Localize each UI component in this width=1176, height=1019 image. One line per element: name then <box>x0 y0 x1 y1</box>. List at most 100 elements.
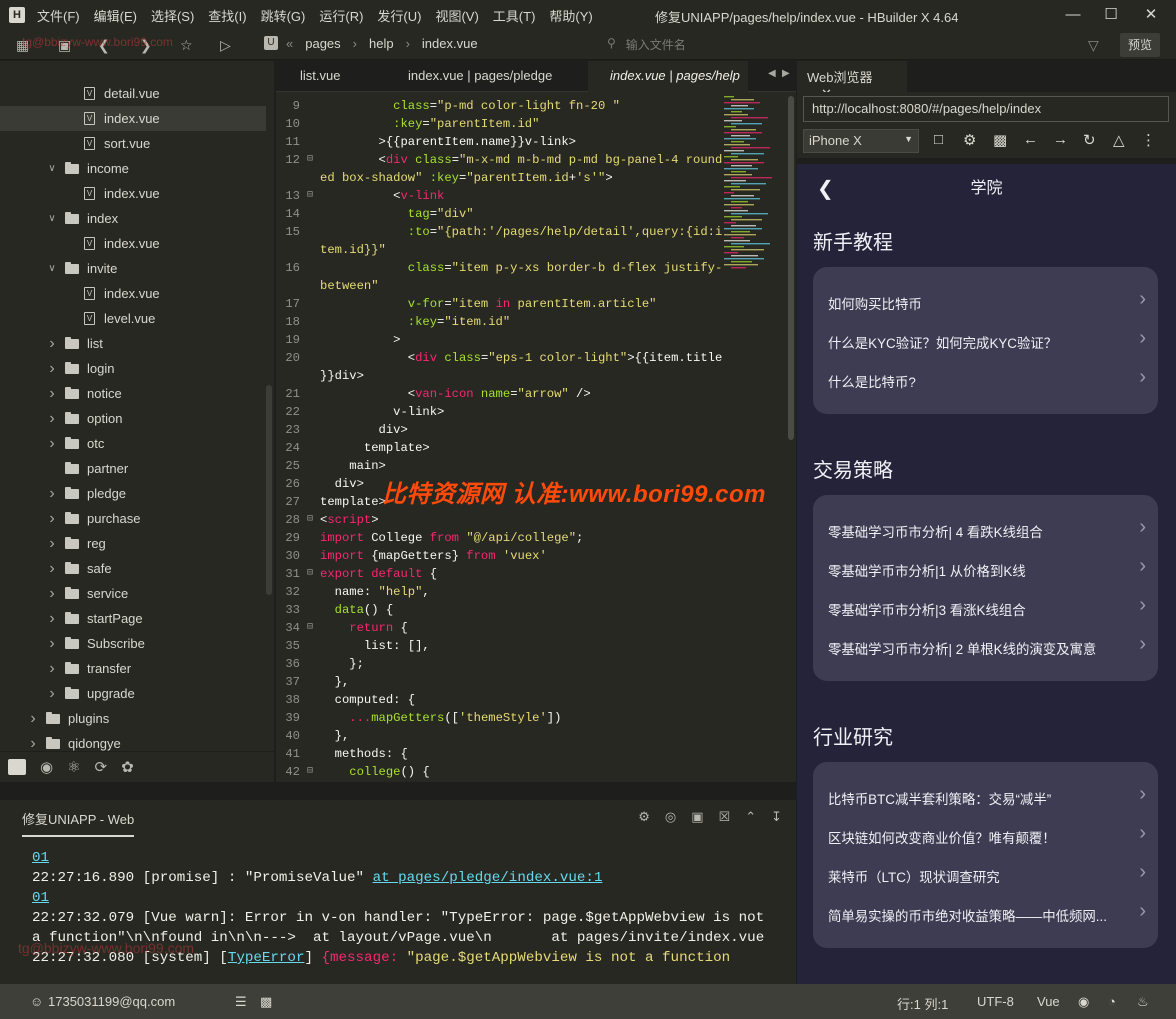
code-line[interactable]: 9 class="p-md color-light fn-20 " <box>276 97 716 115</box>
filter-icon[interactable]: ▽ <box>1088 37 1099 54</box>
list-icon[interactable]: ☰ <box>235 994 247 1010</box>
code-line[interactable]: 22 v-link> <box>276 403 716 421</box>
menu-item[interactable]: 编辑(E) <box>94 9 137 24</box>
console-icon[interactable]: ▩ <box>260 994 272 1010</box>
code-line[interactable]: 25 main> <box>276 457 716 475</box>
tree-folder[interactable]: › service <box>0 581 266 606</box>
tree-folder[interactable]: › pledge <box>0 481 266 506</box>
chevron-right-icon[interactable]: › <box>45 335 59 353</box>
code-line[interactable]: 19 > <box>276 331 716 349</box>
tree-folder[interactable]: › Subscribe <box>0 631 266 656</box>
chevron-right-icon[interactable]: › <box>45 510 59 528</box>
chevron-down-icon[interactable]: ∨ <box>45 213 59 224</box>
tree-file[interactable]: Vindex.vue <box>0 231 266 256</box>
article-link[interactable]: 区块链如何改变商业价值？唯有颠覆！ › <box>828 827 1146 850</box>
fold-icon[interactable]: ⊟ <box>307 151 313 169</box>
tab-list-vue[interactable]: list.vue <box>300 68 340 83</box>
back-chevron-icon[interactable]: ❮ <box>817 176 834 201</box>
chevron-right-icon[interactable]: › <box>45 685 59 703</box>
file-search-input[interactable]: ⚲ 输入文件名 <box>607 36 686 53</box>
console-tab[interactable]: 修复UNIAPP - Web <box>22 809 135 837</box>
tree-folder[interactable]: › otc <box>0 431 266 456</box>
cursor-position[interactable]: 行:1 列:1 <box>897 994 948 1013</box>
menu-item[interactable]: 视图(V) <box>435 9 478 24</box>
device-select[interactable]: iPhone X ▼ <box>803 129 919 153</box>
tab-pledge-index[interactable]: index.vue | pages/pledge <box>408 68 552 83</box>
chevron-right-icon[interactable]: › <box>45 585 59 603</box>
code-line[interactable]: 18 :key="item.id" <box>276 313 716 331</box>
forward-arrow-icon[interactable]: → <box>1053 131 1068 148</box>
code-line[interactable]: 23 div> <box>276 421 716 439</box>
fold-icon[interactable]: ⊟ <box>307 763 313 781</box>
code-line[interactable]: 16 class="item p-y-xs border-b d-flex ju… <box>276 259 722 277</box>
tree-file[interactable]: Vdetail.vue <box>0 81 266 106</box>
refresh-icon[interactable]: ↻ <box>1083 131 1096 149</box>
star-icon[interactable]: ☆ <box>180 37 193 54</box>
chevron-right-icon[interactable]: › <box>45 360 59 378</box>
browser-tab[interactable]: Web浏览器 ✕ <box>797 61 907 101</box>
article-link[interactable]: 比特币BTC减半套利策略：交易“减半” › <box>828 788 1146 811</box>
tab-help-index[interactable]: index.vue | pages/help <box>588 61 748 92</box>
menu-item[interactable]: 帮助(Y) <box>549 9 592 24</box>
chevron-down-icon[interactable]: ∨ <box>45 263 59 274</box>
replay-icon[interactable]: ◎ <box>665 809 676 825</box>
wrap-icon[interactable]: ↧ <box>771 809 782 825</box>
binoculars-icon[interactable]: ◉ <box>40 758 53 776</box>
close-icon[interactable]: ✕ <box>1140 4 1162 26</box>
code-line[interactable]: 28 ⊟ <script> <box>276 511 716 529</box>
code-line[interactable]: tem.id}}" <box>276 241 716 259</box>
back-arrow-icon[interactable]: ← <box>1023 131 1038 148</box>
minimap[interactable] <box>720 96 780 276</box>
article-link[interactable]: 零基础学习币市分析| 4 看跌K线组合 › <box>828 521 1146 544</box>
code-line[interactable]: 38 computed: { <box>276 691 716 709</box>
url-input[interactable]: http://localhost:8080/#/pages/help/index <box>803 96 1169 122</box>
breadcrumb-item[interactable]: help <box>369 36 394 51</box>
menu-item[interactable]: 工具(T) <box>493 9 536 24</box>
lock-icon[interactable]: △ <box>1113 131 1125 149</box>
code-line[interactable]: 13 ⊟ <v-link <box>276 187 716 205</box>
palette-icon[interactable]: ✿ <box>121 758 134 776</box>
bug-icon[interactable]: ⚛ <box>67 758 80 776</box>
tree-file[interactable]: Vlevel.vue <box>0 306 266 331</box>
debug-icon[interactable]: ⚙ <box>638 809 650 825</box>
tree-folder[interactable]: › upgrade <box>0 681 266 706</box>
terminal-icon[interactable]: ▩ <box>993 131 1007 149</box>
fold-icon[interactable]: ⊟ <box>307 619 313 637</box>
article-link[interactable]: 什么是比特币? › <box>828 371 1146 394</box>
code-line[interactable]: 35 list: [], <box>276 637 716 655</box>
code-line[interactable]: 29 import College from "@/api/college"; <box>276 529 716 547</box>
menu-item[interactable]: 跳转(G) <box>261 9 306 24</box>
tree-folder[interactable]: › qidongye <box>0 731 266 752</box>
chevron-right-icon[interactable]: › <box>45 385 59 403</box>
explorer-icon[interactable] <box>8 759 26 775</box>
tree-file[interactable]: Vindex.vue <box>0 281 266 306</box>
tree-file[interactable]: Vsort.vue <box>0 131 266 156</box>
breadcrumb-item[interactable]: index.vue <box>422 36 478 51</box>
tree-folder[interactable]: ∨ index <box>0 206 266 231</box>
tree-folder[interactable]: › notice <box>0 381 266 406</box>
user-icon[interactable]: ☺ <box>30 994 43 1009</box>
code-editor[interactable]: 9 class="p-md color-light fn-20 " 10 :key… <box>276 92 796 782</box>
article-link[interactable]: 零基础学币市分析|3 看涨K线组合 › <box>828 599 1146 622</box>
article-link[interactable]: 零基础学币市分析|1 从价格到K线 › <box>828 560 1146 583</box>
code-line[interactable]: 32 name: "help", <box>276 583 716 601</box>
tree-folder[interactable]: › login <box>0 356 266 381</box>
code-line[interactable]: 34 ⊟ return { <box>276 619 716 637</box>
code-line[interactable]: 39 ...mapGetters(['themeStyle']) <box>276 709 716 727</box>
chat-icon[interactable]: ◉ <box>1078 994 1089 1010</box>
article-link[interactable]: 莱特币（LTC）现状调查研究 › <box>828 866 1146 889</box>
chevron-down-icon[interactable]: ∨ <box>45 163 59 174</box>
sidebar-scrollbar[interactable] <box>266 385 272 595</box>
chevron-right-icon[interactable]: › <box>45 410 59 428</box>
code-line[interactable]: 41 methods: { <box>276 745 716 763</box>
code-line[interactable]: ed box-shadow" :key="parentItem.id+'s'"> <box>276 169 716 187</box>
breadcrumb-back-icon[interactable]: « <box>286 36 293 51</box>
language-mode[interactable]: Vue <box>1037 994 1060 1009</box>
chevron-right-icon[interactable]: › <box>45 435 59 453</box>
update-icon[interactable]: ◔ <box>1108 994 1116 1009</box>
tree-folder[interactable]: ∨ invite <box>0 256 266 281</box>
menu-item[interactable]: 发行(U) <box>377 9 421 24</box>
article-link[interactable]: 简单易实操的币市绝对收益策略——中低频网... › <box>828 905 1146 928</box>
clear-icon[interactable]: ☒ <box>719 809 731 825</box>
menu-item[interactable]: 运行(R) <box>319 9 363 24</box>
